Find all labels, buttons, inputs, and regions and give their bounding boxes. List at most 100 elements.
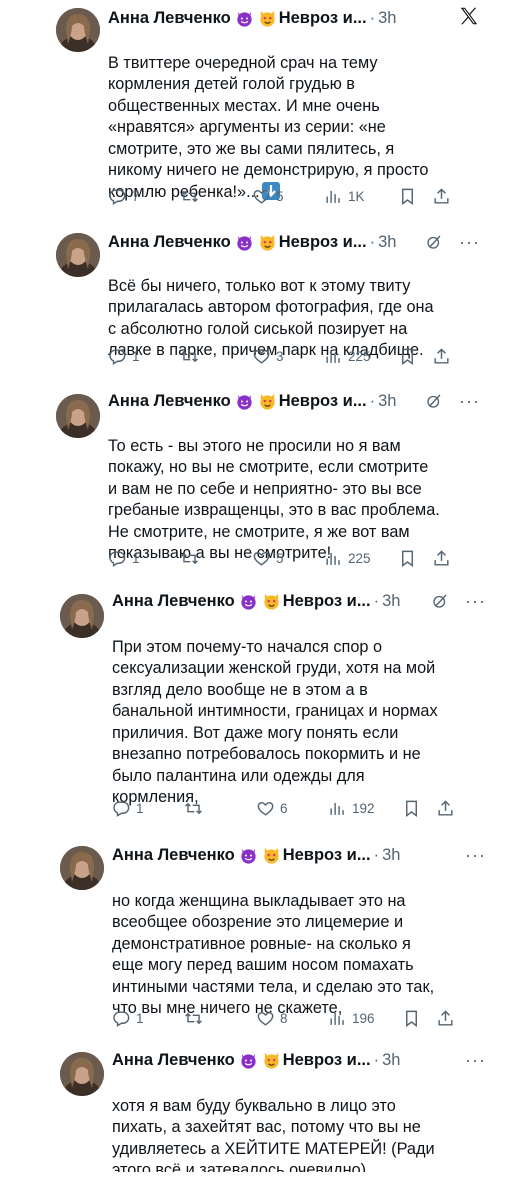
heart-eyes-cat-emoji-icon bbox=[258, 9, 277, 28]
tweet-2[interactable]: Анна Левченко Невроз и... · 3h ··· Всё б… bbox=[48, 225, 488, 382]
author-name[interactable]: Анна Левченко bbox=[112, 1051, 235, 1070]
share-button[interactable] bbox=[436, 799, 460, 818]
views-button[interactable]: 1K bbox=[324, 187, 398, 206]
reply-count: 1 bbox=[132, 348, 140, 364]
like-count: 5 bbox=[276, 550, 284, 566]
retweet-button[interactable] bbox=[180, 549, 252, 568]
retweet-button[interactable] bbox=[184, 1009, 256, 1028]
share-button[interactable] bbox=[432, 187, 456, 206]
tweet-time[interactable]: 3h bbox=[378, 233, 396, 252]
author-name[interactable]: Анна Левченко bbox=[112, 592, 235, 611]
like-button[interactable]: 5 bbox=[252, 187, 324, 206]
share-button[interactable] bbox=[432, 347, 456, 366]
like-icon bbox=[252, 549, 271, 568]
retweet-button[interactable] bbox=[180, 347, 252, 366]
screenshot-panel-1: Анна Левченко Невроз и... · 3h В твиттер… bbox=[48, 0, 488, 582]
tweet-time[interactable]: 3h bbox=[382, 592, 400, 611]
tweet-4[interactable]: Анна Левченко Невроз и... · 3h ··· При э… bbox=[52, 582, 494, 832]
avatar[interactable] bbox=[60, 1052, 104, 1096]
grok-icon[interactable] bbox=[425, 233, 443, 251]
share-button[interactable] bbox=[436, 1009, 460, 1028]
views-button[interactable]: 192 bbox=[328, 799, 402, 818]
avatar[interactable] bbox=[56, 233, 100, 277]
author-name[interactable]: Анна Левченко bbox=[108, 233, 231, 252]
heart-eyes-cat-emoji-icon bbox=[258, 233, 277, 252]
reply-count: 1 bbox=[136, 1010, 144, 1026]
share-icon bbox=[436, 1009, 455, 1028]
tweet-6[interactable]: Анна Левченко Невроз и... · 3h ··· хотя … bbox=[52, 1040, 494, 1172]
grok-icon[interactable] bbox=[425, 392, 443, 410]
views-count: 225 bbox=[348, 550, 371, 566]
share-button[interactable] bbox=[432, 549, 456, 568]
bookmark-button[interactable] bbox=[402, 799, 436, 818]
bookmark-button[interactable] bbox=[402, 1009, 436, 1028]
grok-icon[interactable] bbox=[431, 592, 449, 610]
reply-icon bbox=[108, 549, 127, 568]
avatar[interactable] bbox=[60, 594, 104, 638]
author-handle[interactable]: Невроз и... bbox=[283, 592, 371, 611]
bookmark-button[interactable] bbox=[398, 549, 432, 568]
tweet-3[interactable]: Анна Левченко Невроз и... · 3h ··· То ес… bbox=[48, 382, 488, 582]
like-icon bbox=[252, 347, 271, 366]
separator-dot: · bbox=[373, 1050, 380, 1069]
reply-icon bbox=[112, 799, 131, 818]
share-icon bbox=[432, 347, 451, 366]
reply-button[interactable]: 7 bbox=[108, 187, 180, 206]
like-icon bbox=[256, 799, 275, 818]
author-handle[interactable]: Невроз и... bbox=[279, 392, 367, 411]
more-icon[interactable]: ··· bbox=[465, 1051, 486, 1069]
author-name[interactable]: Анна Левченко bbox=[108, 392, 231, 411]
views-button[interactable]: 225 bbox=[324, 549, 398, 568]
more-icon[interactable]: ··· bbox=[465, 592, 486, 610]
bookmark-icon bbox=[402, 1009, 421, 1028]
reply-count: 7 bbox=[132, 188, 140, 204]
tweet-time[interactable]: 3h bbox=[378, 392, 396, 411]
views-count: 225 bbox=[348, 348, 371, 364]
bookmark-icon bbox=[398, 187, 417, 206]
views-button[interactable]: 196 bbox=[328, 1009, 402, 1028]
bookmark-icon bbox=[398, 549, 417, 568]
like-button[interactable]: 3 bbox=[252, 347, 324, 366]
reply-button[interactable]: 1 bbox=[112, 1009, 184, 1028]
bookmark-icon bbox=[402, 799, 421, 818]
devil-emoji-icon bbox=[239, 592, 258, 611]
like-icon bbox=[252, 187, 271, 206]
more-icon[interactable]: ··· bbox=[465, 846, 486, 864]
author-name[interactable]: Анна Левченко bbox=[112, 846, 235, 865]
tweet-1[interactable]: Анна Левченко Невроз и... · 3h В твиттер… bbox=[48, 0, 488, 225]
share-icon bbox=[432, 187, 451, 206]
like-button[interactable]: 5 bbox=[252, 549, 324, 568]
more-icon[interactable]: ··· bbox=[459, 233, 480, 251]
author-name[interactable]: Анна Левченко bbox=[108, 9, 231, 28]
tweet-time[interactable]: 3h bbox=[382, 1051, 400, 1070]
retweet-button[interactable] bbox=[180, 187, 252, 206]
bookmark-button[interactable] bbox=[398, 187, 432, 206]
tweet-5[interactable]: Анна Левченко Невроз и... · 3h ··· но ко… bbox=[52, 834, 494, 1039]
avatar[interactable] bbox=[56, 8, 100, 52]
bookmark-button[interactable] bbox=[398, 347, 432, 366]
author-handle[interactable]: Невроз и... bbox=[279, 233, 367, 252]
author-handle[interactable]: Невроз и... bbox=[283, 846, 371, 865]
retweet-icon bbox=[180, 549, 199, 568]
x-logo-icon[interactable] bbox=[458, 5, 480, 32]
retweet-icon bbox=[184, 1009, 203, 1028]
views-count: 1K bbox=[348, 188, 365, 204]
tweet-time[interactable]: 3h bbox=[378, 9, 396, 28]
avatar[interactable] bbox=[60, 846, 104, 890]
more-icon[interactable]: ··· bbox=[459, 392, 480, 410]
like-count: 8 bbox=[280, 1010, 288, 1026]
avatar[interactable] bbox=[56, 394, 100, 438]
like-button[interactable]: 8 bbox=[256, 1009, 328, 1028]
retweet-button[interactable] bbox=[184, 799, 256, 818]
author-handle[interactable]: Невроз и... bbox=[279, 9, 367, 28]
reply-button[interactable]: 1 bbox=[108, 549, 180, 568]
views-button[interactable]: 225 bbox=[324, 347, 398, 366]
reply-button[interactable]: 1 bbox=[108, 347, 180, 366]
views-count: 192 bbox=[352, 800, 375, 816]
reply-button[interactable]: 1 bbox=[112, 799, 184, 818]
views-icon bbox=[328, 1009, 347, 1028]
devil-emoji-icon bbox=[235, 233, 254, 252]
like-button[interactable]: 6 bbox=[256, 799, 328, 818]
author-handle[interactable]: Невроз и... bbox=[283, 1051, 371, 1070]
tweet-time[interactable]: 3h bbox=[382, 846, 400, 865]
